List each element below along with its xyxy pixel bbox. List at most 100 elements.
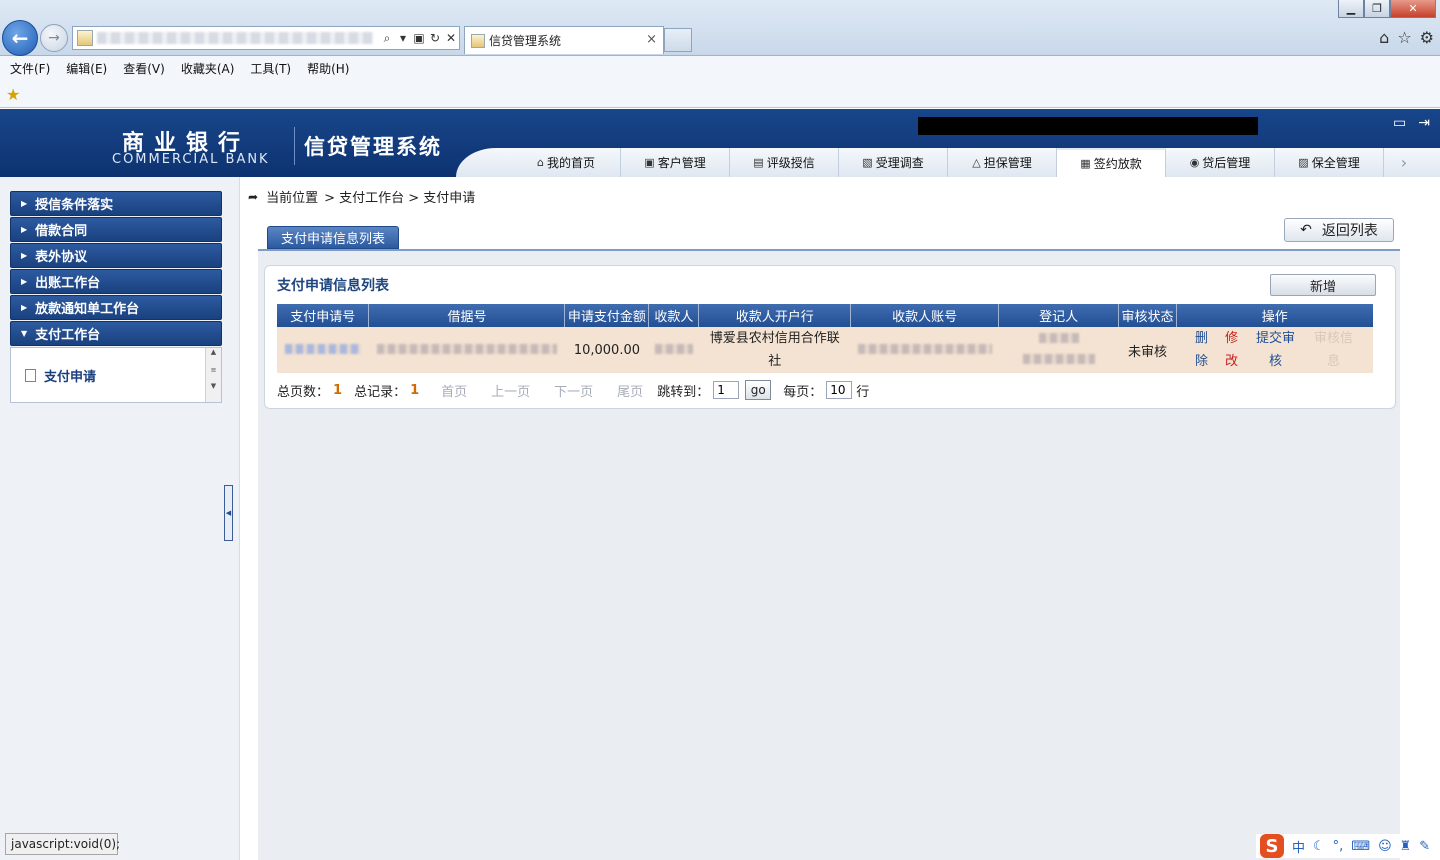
location-icon: ➦ bbox=[248, 189, 259, 204]
col-payee-account[interactable]: 收款人账号 bbox=[850, 304, 1000, 327]
add-button[interactable]: 新增 bbox=[1270, 274, 1376, 296]
tab-close-icon[interactable]: × bbox=[646, 32, 657, 47]
sidebar-item-label: 借款合同 bbox=[35, 224, 88, 239]
scroll-thumb[interactable]: ≡ bbox=[206, 366, 221, 374]
col-status[interactable]: 审核状态 bbox=[1118, 304, 1177, 327]
sidebar-item-offbalance[interactable]: ▶ 表外协议 bbox=[10, 243, 222, 268]
tab-customer[interactable]: ▣ 客户管理 bbox=[621, 148, 730, 177]
tab-survey-label: 受理调查 bbox=[875, 156, 924, 170]
sidebar-subitem-payment-apply[interactable]: 支付申请 bbox=[25, 366, 96, 385]
expand-arrow-icon: ▶ bbox=[21, 199, 28, 208]
menu-tools[interactable]: 工具(T) bbox=[250, 60, 291, 77]
first-page-link: 首页 bbox=[441, 384, 468, 400]
settings-gear-icon[interactable]: ⚙ bbox=[1420, 28, 1434, 47]
logout-icon[interactable]: ⇥ bbox=[1418, 115, 1430, 131]
compat-view-icon[interactable]: ▣ bbox=[411, 31, 427, 45]
jump-page-input[interactable] bbox=[713, 381, 740, 399]
edit-link[interactable]: 修改 bbox=[1224, 327, 1238, 373]
tab-home[interactable]: ⌂ 我的首页 bbox=[512, 148, 621, 177]
ime-shirt-icon[interactable]: ♜ bbox=[1400, 839, 1412, 854]
menu-edit[interactable]: 编辑(E) bbox=[66, 60, 107, 77]
add-favorite-star-icon[interactable]: ★ bbox=[6, 85, 20, 104]
jump-label: 跳转到： bbox=[657, 384, 710, 400]
bank-name-en: COMMERCIAL BANK bbox=[112, 152, 270, 167]
ime-mode[interactable]: 中 bbox=[1292, 837, 1305, 856]
row-actions: 删除 修改 提交审核 审核信息 bbox=[1177, 327, 1372, 373]
col-payee[interactable]: 收款人 bbox=[648, 304, 700, 327]
nav-more-chevron-icon[interactable]: › bbox=[1384, 148, 1424, 177]
search-icon[interactable]: ⌕ bbox=[379, 31, 395, 46]
ime-keyboard-icon[interactable]: ⌨ bbox=[1351, 839, 1370, 854]
list-box: 支付申请信息列表 新增 支付申请号 借据号 申请支付金额 收款人 收款人开户行 … bbox=[264, 265, 1396, 409]
delete-link[interactable]: 删除 bbox=[1194, 327, 1208, 373]
sidebar-item-notice[interactable]: ▶ 放款通知单工作台 bbox=[10, 295, 222, 320]
cell-apply-no[interactable] bbox=[277, 327, 370, 373]
payment-table: 支付申请号 借据号 申请支付金额 收款人 收款人开户行 收款人账号 登记人 审核… bbox=[277, 304, 1374, 373]
submit-review-link[interactable]: 提交审核 bbox=[1254, 327, 1296, 373]
tab-guarantee[interactable]: △ 担保管理 bbox=[948, 148, 1057, 177]
system-name: 信贷管理系统 bbox=[304, 135, 442, 159]
ime-moon-icon[interactable]: ☾ bbox=[1313, 839, 1325, 854]
rating-icon: ▤ bbox=[753, 156, 764, 169]
ime-logo-icon[interactable]: S bbox=[1260, 834, 1284, 858]
scroll-down-icon[interactable]: ▼ bbox=[206, 382, 221, 390]
minimize-button[interactable]: ▁ bbox=[1338, 0, 1364, 18]
header-tools: ▭ ⇥ bbox=[1393, 115, 1430, 131]
tab-guarantee-label: 担保管理 bbox=[983, 156, 1032, 170]
col-apply-no[interactable]: 支付申请号 bbox=[277, 304, 370, 327]
col-amount[interactable]: 申请支付金额 bbox=[564, 304, 650, 327]
col-actions: 操作 bbox=[1176, 304, 1373, 327]
per-page-input[interactable] bbox=[826, 381, 853, 399]
table-row[interactable]: 10,000.00 博爱县农村信用合作联社 未审核 删除 修改 提交审核 审核信… bbox=[277, 327, 1374, 373]
menu-view[interactable]: 查看(V) bbox=[123, 60, 165, 77]
sidebar-menu: ▶ 授信条件落实 ▶ 借款合同 ▶ 表外协议 ▶ 出账工作台 ▶ 放款通知单工作台 ▼ 支付… bbox=[10, 191, 222, 403]
scroll-up-icon[interactable]: ▲ bbox=[206, 348, 221, 356]
stop-icon[interactable]: ✕ bbox=[443, 31, 459, 45]
breadcrumb-path: > 支付工作台 > 支付申请 bbox=[324, 191, 476, 206]
col-registrar[interactable]: 登记人 bbox=[998, 304, 1120, 327]
sidebar-item-credit-conditions[interactable]: ▶ 授信条件落实 bbox=[10, 191, 222, 216]
cell-payee bbox=[648, 327, 700, 373]
back-button[interactable]: ← bbox=[2, 20, 38, 56]
return-list-button[interactable]: ↶ 返回列表 bbox=[1284, 218, 1394, 242]
dropdown-icon[interactable]: ▾ bbox=[395, 31, 411, 45]
favorites-star-icon[interactable]: ☆ bbox=[1397, 28, 1411, 47]
tab-rating[interactable]: ▤ 评级授信 bbox=[730, 148, 839, 177]
sidebar-item-payment[interactable]: ▼ 支付工作台 bbox=[10, 321, 222, 346]
menu-file[interactable]: 文件(F) bbox=[10, 60, 50, 77]
col-loan-no[interactable]: 借据号 bbox=[368, 304, 566, 327]
tab-title: 信贷管理系统 bbox=[489, 34, 562, 48]
tab-signing[interactable]: ▦ 签约放款 bbox=[1057, 148, 1166, 177]
main-nav: ⌂ 我的首页 ▣ 客户管理 ▤ 评级授信 ▧ 受理调查 △ 担保管理 ▦ 签约放款 ◉ 贷后管… bbox=[456, 148, 1424, 177]
ime-punctuation-icon[interactable]: °, bbox=[1333, 839, 1344, 854]
go-button[interactable]: go bbox=[745, 380, 772, 400]
rows-unit: 行 bbox=[856, 384, 870, 400]
sidebar-item-loan-contract[interactable]: ▶ 借款合同 bbox=[10, 217, 222, 242]
sidebar-item-disbursement[interactable]: ▶ 出账工作台 bbox=[10, 269, 222, 294]
tab-postloan[interactable]: ◉ 贷后管理 bbox=[1166, 148, 1275, 177]
forward-button[interactable]: → bbox=[40, 24, 68, 52]
sidebar-item-label: 授信条件落实 bbox=[35, 198, 114, 213]
menu-help[interactable]: 帮助(H) bbox=[307, 60, 349, 77]
ime-wrench-icon[interactable]: ✎ bbox=[1419, 839, 1430, 854]
ime-user-icon[interactable]: ☺ bbox=[1378, 839, 1392, 854]
favorites-bar: ★ bbox=[0, 80, 1440, 108]
home-icon[interactable]: ⌂ bbox=[1379, 28, 1389, 47]
panel-tab[interactable]: 支付申请信息列表 bbox=[267, 226, 399, 249]
sidebar-collapse-handle[interactable]: ◀ bbox=[224, 485, 233, 541]
tab-survey[interactable]: ▧ 受理调查 bbox=[839, 148, 948, 177]
tab-preservation[interactable]: ▨ 保全管理 bbox=[1275, 148, 1384, 177]
arrow-left-icon: ← bbox=[11, 26, 29, 50]
monitor-icon[interactable]: ▭ bbox=[1393, 115, 1406, 131]
menu-favorites[interactable]: 收藏夹(A) bbox=[181, 60, 235, 77]
browser-tab[interactable]: 信贷管理系统 × bbox=[464, 26, 664, 54]
refresh-icon[interactable]: ↻ bbox=[427, 31, 443, 45]
pager: 总页数： 1 总记录： 1 首页 上一页 下一页 尾页 跳转到： go 每页： … bbox=[277, 380, 869, 400]
new-tab-button[interactable] bbox=[664, 28, 692, 52]
submenu-scrollbar[interactable]: ▲ ≡ ▼ bbox=[205, 348, 221, 402]
close-window-button[interactable]: ✕ bbox=[1390, 0, 1436, 18]
expand-arrow-icon: ▶ bbox=[21, 225, 28, 234]
col-payee-bank[interactable]: 收款人开户行 bbox=[698, 304, 852, 327]
maximize-button[interactable]: ❐ bbox=[1364, 0, 1390, 18]
address-bar[interactable]: ⌕ ▾ ▣ ↻ ✕ bbox=[72, 26, 460, 50]
